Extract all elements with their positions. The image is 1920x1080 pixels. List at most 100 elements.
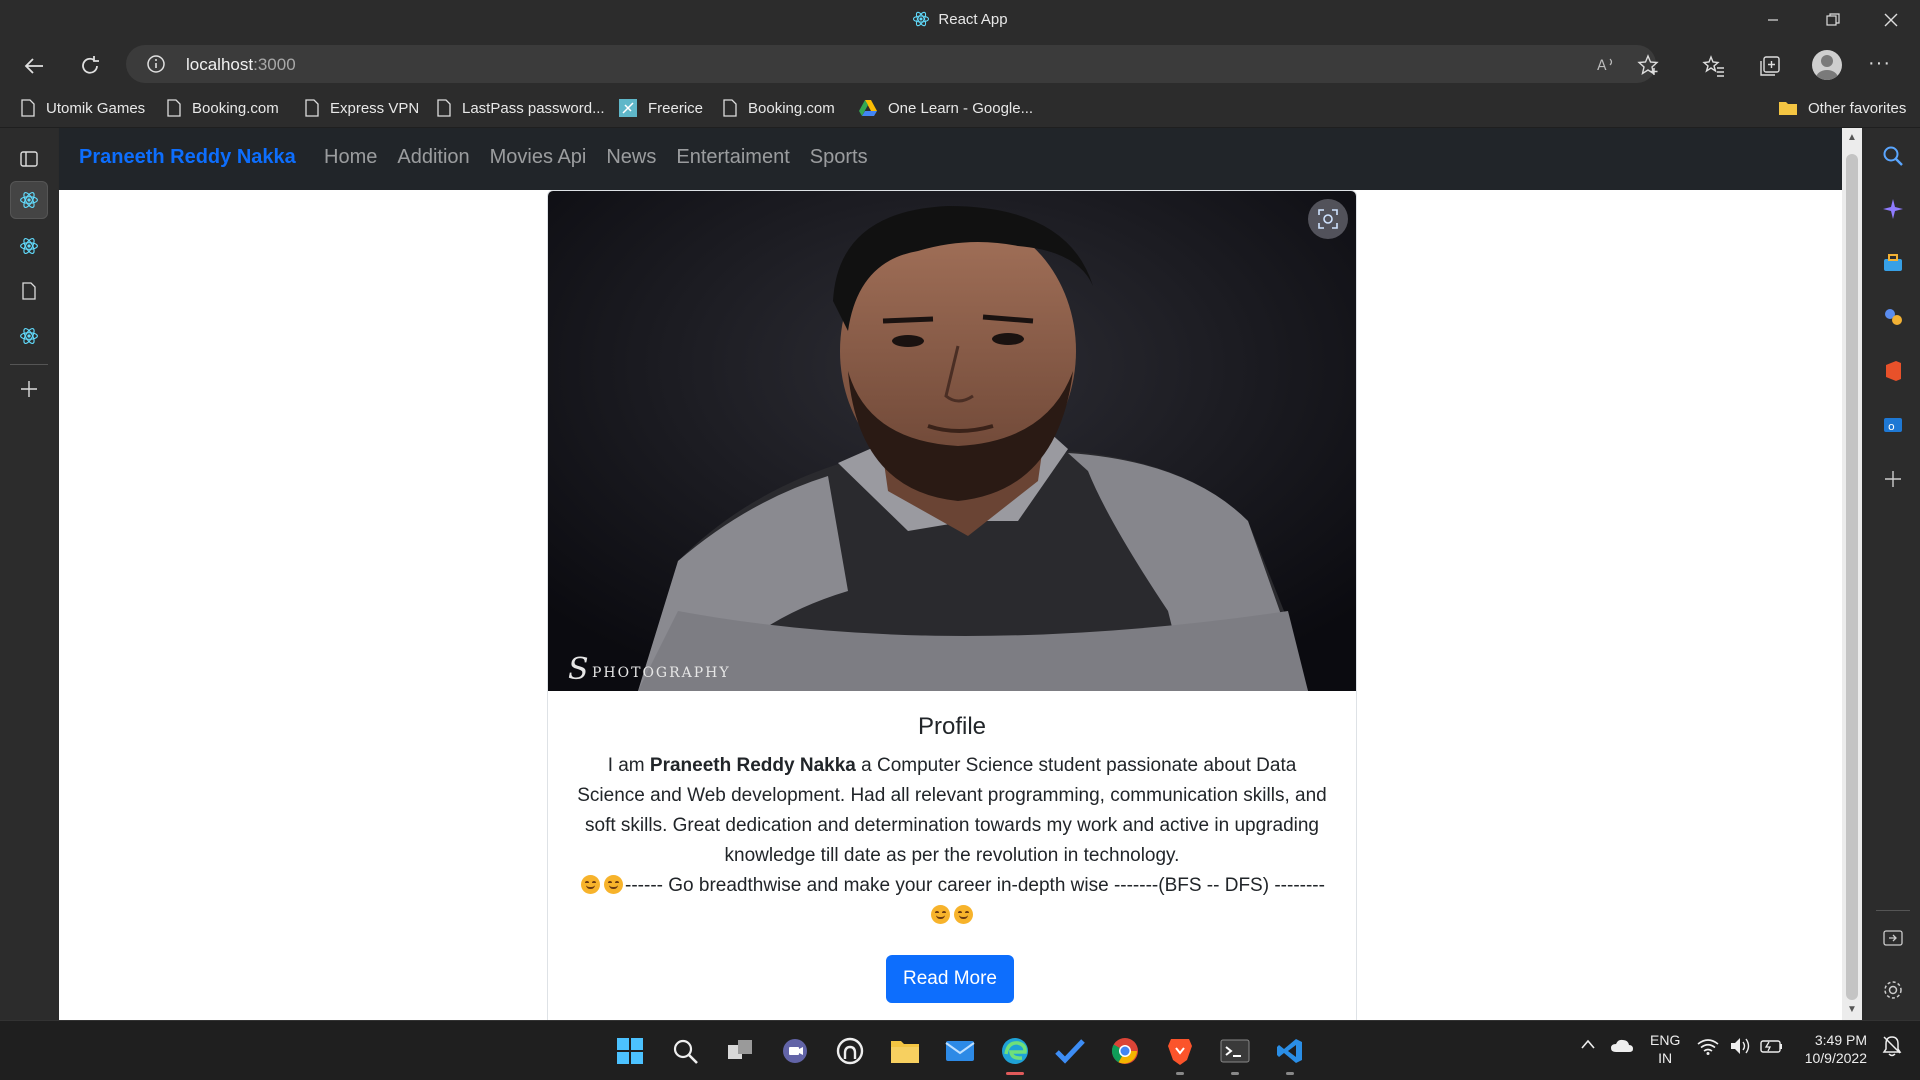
language-indicator[interactable]: ENG IN [1650,1031,1680,1067]
other-favorites[interactable]: Other favorites [1778,97,1906,119]
toolbox-icon [1884,254,1902,271]
tab-actions-button[interactable] [10,140,48,178]
sidebar-settings-button[interactable] [1879,976,1907,1004]
motto-text: ------ Go breadthwise and make your care… [625,875,1325,896]
url-field[interactable]: localhost:3000 A [126,45,1659,83]
favorite-item[interactable]: Booking.com [722,97,835,119]
edge-taskbar-button[interactable] [995,1031,1035,1075]
profile-photo: S PHOTOGRAPHY [548,191,1356,691]
search-icon [673,1039,698,1064]
close-window-button[interactable] [1868,0,1914,40]
notification-bell-icon[interactable] [1882,1035,1902,1060]
sidebar-add-button[interactable] [1879,465,1907,493]
scroll-down-arrow-icon[interactable]: ▼ [1842,1000,1862,1020]
sidebar-discover-button[interactable] [1879,195,1907,223]
chrome-button[interactable] [1105,1031,1145,1071]
tabs-divider [10,364,48,365]
sidebar-office-button[interactable] [1879,357,1907,385]
onedrive-cloud-icon[interactable] [1610,1037,1634,1056]
restore-button[interactable] [1810,0,1856,40]
brave-button[interactable] [1160,1031,1200,1075]
battery-icon[interactable] [1760,1038,1784,1057]
scroll-thumb[interactable] [1846,154,1858,1000]
read-aloud-icon[interactable]: A [1594,53,1618,77]
sidebar-games-button[interactable] [1879,303,1907,331]
favorites-icon[interactable] [1702,54,1726,78]
sidebar-outlook-button[interactable]: o [1879,411,1907,439]
profile-avatar[interactable] [1812,50,1842,80]
nav-movies-api[interactable]: Movies Api [490,146,587,169]
smile-emoji-icon [931,905,950,924]
github-app-button[interactable] [830,1031,870,1071]
react-icon [913,11,930,27]
terminal-button[interactable] [1215,1031,1255,1075]
games-icon [1885,309,1902,325]
favorite-item[interactable]: Express VPN [304,97,419,119]
refresh-button[interactable] [72,48,108,84]
freerice-icon [619,99,637,117]
svg-text:A: A [1597,58,1607,74]
vscode-button[interactable] [1270,1031,1310,1075]
page-scrollbar[interactable]: ▲ ▼ [1842,128,1862,1020]
teams-chat-button[interactable] [775,1031,815,1071]
hide-sidebar-button[interactable] [1879,924,1907,952]
settings-more-icon[interactable]: ··· [1868,52,1891,75]
file-explorer-button[interactable] [885,1031,925,1071]
page-viewport: Praneeth Reddy Nakka Home Addition Movie… [59,128,1842,1020]
favorite-item[interactable]: Freerice [618,97,703,119]
hide-sidebar-icon [1883,930,1903,946]
site-info-icon[interactable] [146,54,166,74]
back-button[interactable] [16,48,52,84]
plus-icon [1885,471,1901,487]
sparkle-icon [1883,199,1903,219]
google-drive-icon [859,100,877,116]
refresh-icon [82,56,99,74]
folder-icon [891,1041,919,1063]
taskbar-search-button[interactable] [665,1031,705,1071]
person-icon [1816,55,1838,80]
svg-text:S: S [568,652,589,687]
github-icon [836,1037,864,1065]
start-button[interactable] [610,1031,650,1071]
tab-react-app[interactable] [10,181,48,219]
favorite-item[interactable]: Utomik Games [20,97,145,119]
add-favorite-icon[interactable] [1636,53,1660,77]
nav-home[interactable]: Home [324,146,377,169]
minimize-icon [1768,19,1778,21]
tab-page[interactable] [10,272,48,310]
nav-addition[interactable]: Addition [397,146,469,169]
show-hidden-icons-chevron-icon[interactable] [1580,1037,1596,1053]
nav-news[interactable]: News [606,146,656,169]
todo-button[interactable] [1050,1031,1090,1071]
tab-react-app-2[interactable] [10,227,48,265]
minimize-button[interactable] [1750,0,1796,40]
react-icon [20,328,38,344]
tab-react-app-3[interactable] [10,317,48,355]
read-more-button[interactable]: Read More [886,955,1014,1003]
collections-icon[interactable] [1758,54,1782,78]
search-icon [1883,146,1903,166]
task-view-button[interactable] [720,1031,760,1071]
smile-emoji-icon [954,905,973,924]
mail-button[interactable] [940,1031,980,1071]
visual-search-button[interactable] [1308,199,1348,239]
card-text: I am Praneeth Reddy Nakka a Computer Sci… [572,751,1332,931]
svg-text:o: o [1888,420,1895,433]
favorite-item[interactable]: One Learn - Google... [858,97,1033,119]
favorites-bar: Utomik Games Booking.com Express VPN Las… [0,88,1920,128]
favorite-item[interactable]: Booking.com [166,97,279,119]
nav-sports[interactable]: Sports [810,146,868,169]
sidebar-search-button[interactable] [1879,142,1907,170]
nav-entertainment[interactable]: Entertaiment [676,146,789,169]
favorite-item[interactable]: LastPass password... [436,97,605,119]
scroll-up-arrow-icon[interactable]: ▲ [1842,128,1862,148]
portrait-image: S PHOTOGRAPHY [548,191,1356,691]
sidebar-tools-button[interactable] [1879,249,1907,277]
vertical-tabs-panel [0,128,58,1020]
new-tab-button[interactable] [10,370,48,408]
photo-watermark: PHOTOGRAPHY [592,665,731,681]
site-brand[interactable]: Praneeth Reddy Nakka [79,146,296,169]
clock[interactable]: 3:49 PM 10/9/2022 [1797,1031,1867,1067]
volume-icon[interactable] [1730,1037,1752,1058]
wifi-icon[interactable] [1697,1039,1719,1058]
